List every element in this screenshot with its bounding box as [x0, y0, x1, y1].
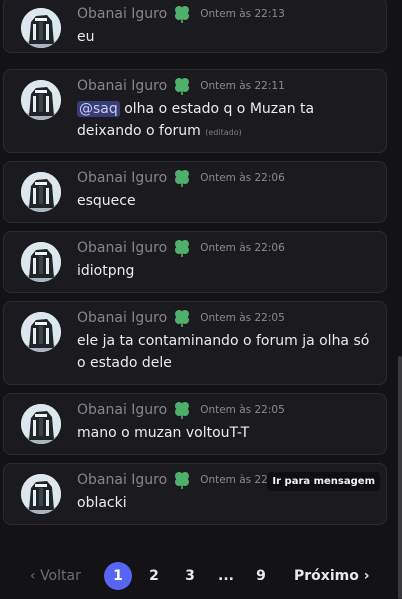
previous-page-button[interactable]: ‹ Voltar: [30, 562, 81, 590]
message-result[interactable]: Obanai Iguro Ontem às 22:13 eu: [3, 0, 387, 53]
message-text: idiotpng: [77, 263, 135, 279]
avatar[interactable]: [21, 242, 61, 282]
clover-role-icon: [172, 401, 192, 419]
chevron-right-icon: ›: [363, 568, 370, 584]
author-name[interactable]: Obanai Iguro: [77, 472, 167, 488]
message-text: oblacki: [77, 495, 127, 511]
message-content: oblacki: [77, 492, 372, 514]
avatar[interactable]: [21, 172, 61, 212]
page-3-button[interactable]: 3: [181, 562, 199, 590]
message-text: ele ja ta contaminando o forum ja olha s…: [77, 333, 370, 371]
message-header: Obanai Iguro Ontem às 22:06: [77, 168, 285, 188]
avatar[interactable]: [21, 404, 61, 444]
clover-role-icon: [172, 77, 192, 95]
chevron-left-icon: ‹: [30, 568, 36, 584]
author-name[interactable]: Obanai Iguro: [77, 310, 167, 326]
author-name[interactable]: Obanai Iguro: [77, 402, 167, 418]
pagination: ‹ Voltar 1 2 3 ... 9 Próximo ›: [0, 562, 402, 590]
clover-role-icon: [172, 5, 192, 23]
edited-label: (editado): [205, 128, 242, 137]
message-result[interactable]: Obanai Iguro Ontem às 22:05 ele ja ta co…: [3, 301, 387, 385]
message-content: ele ja ta contaminando o forum ja olha s…: [77, 330, 372, 374]
message-header: Obanai Iguro Ontem às 22:05: [77, 308, 285, 328]
jump-to-message-button[interactable]: Ir para mensagem: [267, 472, 380, 491]
message-timestamp: Ontem às 22:06: [200, 172, 285, 184]
author-name[interactable]: Obanai Iguro: [77, 240, 167, 256]
message-header: Obanai Iguro Ontem às 22:13: [77, 4, 285, 24]
author-name[interactable]: Obanai Iguro: [77, 6, 167, 22]
message-text: eu: [77, 29, 95, 45]
message-text: esquece: [77, 193, 136, 209]
clover-role-icon: [172, 239, 192, 257]
message-header: Obanai Iguro Ontem às 22:11: [77, 76, 285, 96]
message-content: @saq olha o estado q o Muzan ta deixando…: [77, 98, 372, 144]
message-content: mano o muzan voltouT-T: [77, 422, 372, 444]
next-label: Próximo: [294, 568, 359, 584]
clover-role-icon: [172, 309, 192, 327]
message-content: esquece: [77, 190, 372, 212]
message-text: mano o muzan voltouT-T: [77, 425, 250, 441]
avatar[interactable]: [21, 474, 61, 514]
message-timestamp: Ontem às 22:13: [200, 8, 285, 20]
message-result[interactable]: Obanai Iguro Ontem às 22:05 oblacki Ir p…: [3, 463, 387, 525]
page-2-button[interactable]: 2: [145, 562, 163, 590]
page-9-button[interactable]: 9: [251, 562, 271, 590]
search-results: Obanai Iguro Ontem às 22:13 eu Obanai Ig…: [0, 0, 402, 599]
message-result[interactable]: Obanai Iguro Ontem às 22:06 idiotpng: [3, 231, 387, 293]
message-header: Obanai Iguro Ontem às 22:05: [77, 400, 285, 420]
message-result[interactable]: Obanai Iguro Ontem às 22:11 @saq olha o …: [3, 69, 387, 153]
page-1-button[interactable]: 1: [104, 562, 132, 590]
message-content: idiotpng: [77, 260, 372, 282]
avatar[interactable]: [21, 312, 61, 352]
user-mention[interactable]: @saq: [77, 101, 120, 117]
message-timestamp: Ontem às 22:11: [200, 80, 285, 92]
clover-role-icon: [172, 169, 192, 187]
clover-role-icon: [172, 471, 192, 489]
avatar[interactable]: [21, 8, 61, 48]
message-header: Obanai Iguro Ontem às 22:06: [77, 238, 285, 258]
message-result[interactable]: Obanai Iguro Ontem às 22:06 esquece: [3, 161, 387, 223]
author-name[interactable]: Obanai Iguro: [77, 78, 167, 94]
page-ellipsis: ...: [218, 568, 234, 584]
previous-label: Voltar: [40, 568, 81, 584]
message-timestamp: Ontem às 22:05: [200, 404, 285, 416]
message-header: Obanai Iguro Ontem às 22:05: [77, 470, 285, 490]
next-page-button[interactable]: Próximo ›: [294, 562, 369, 590]
message-timestamp: Ontem às 22:06: [200, 242, 285, 254]
avatar[interactable]: [21, 80, 61, 120]
message-timestamp: Ontem às 22:05: [200, 312, 285, 324]
author-name[interactable]: Obanai Iguro: [77, 170, 167, 186]
message-result[interactable]: Obanai Iguro Ontem às 22:05 mano o muzan…: [3, 393, 387, 455]
message-content: eu: [77, 26, 372, 48]
